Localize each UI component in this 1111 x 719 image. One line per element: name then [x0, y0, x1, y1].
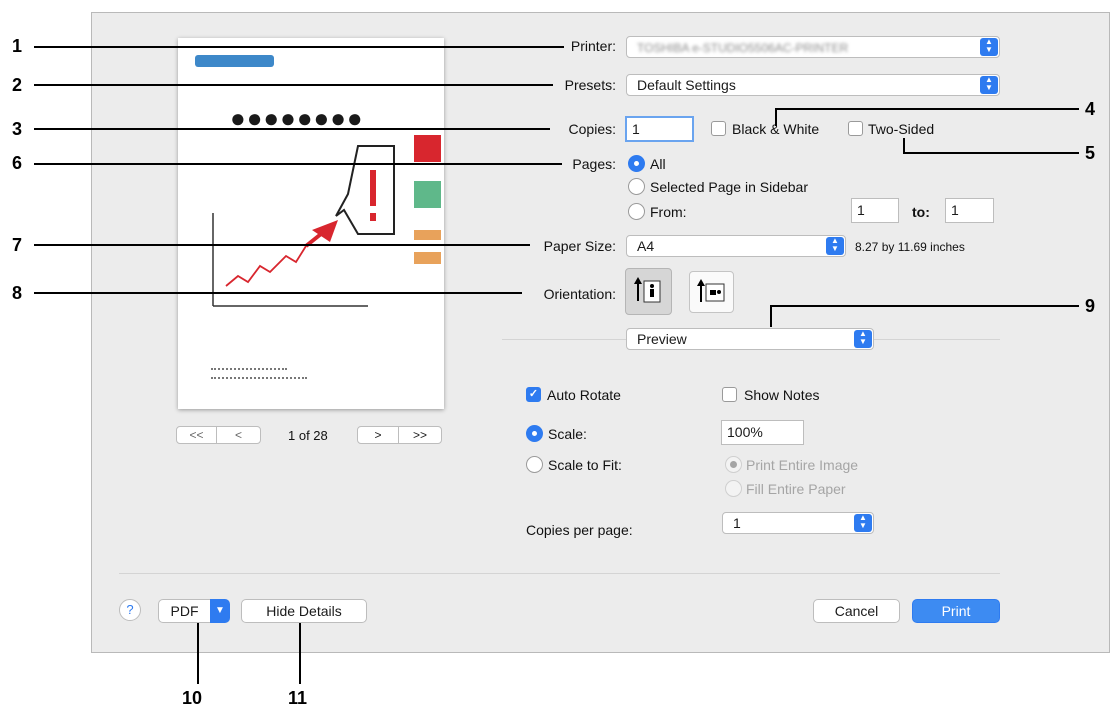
portrait-orientation-icon: [634, 277, 661, 303]
page-preview: ●●●●●●●●: [178, 38, 444, 409]
printer-select[interactable]: TOSHIBA e-STUDIO5506AC-PRINTER ▲ ▼: [626, 36, 1000, 58]
auto-rotate-checkbox[interactable]: ✓: [526, 387, 541, 402]
pdf-button[interactable]: PDF: [158, 599, 211, 623]
callout-6-line: [34, 163, 562, 165]
callout-8: 8: [12, 283, 23, 303]
preview-footnote-1: [211, 368, 287, 373]
pdf-menu-button[interactable]: ▼: [210, 599, 230, 623]
two-sided-label: Two-Sided: [868, 121, 935, 137]
preview-red-block: [414, 135, 441, 162]
chevron-updown-icon: ▲ ▼: [980, 38, 998, 56]
presets-value: Default Settings: [637, 77, 736, 93]
cancel-button[interactable]: Cancel: [813, 599, 900, 623]
chevron-updown-icon: ▲ ▼: [980, 76, 998, 94]
pages-to-input[interactable]: 1: [945, 198, 994, 223]
callout-4-stem: [775, 108, 777, 126]
help-button[interactable]: ?: [119, 599, 141, 621]
scale-to-fit-label: Scale to Fit:: [548, 457, 622, 473]
footer-divider: [119, 573, 1000, 574]
callout-4-line: [775, 108, 1079, 110]
scale-input[interactable]: 100%: [721, 420, 804, 445]
chevron-updown-icon: ▲ ▼: [854, 514, 872, 532]
copies-per-page-value: 1: [733, 515, 741, 531]
preview-footnote-2: [211, 377, 307, 382]
last-page-button[interactable]: >>: [398, 426, 442, 444]
printer-value: TOSHIBA e-STUDIO5506AC-PRINTER: [637, 41, 849, 55]
pages-from-radio[interactable]: [628, 203, 645, 220]
print-entire-image-radio[interactable]: [725, 456, 742, 473]
callout-7: 7: [12, 235, 23, 255]
callout-5: 5: [1085, 143, 1096, 163]
copies-per-page-select[interactable]: 1 ▲ ▼: [722, 512, 874, 534]
pages-all-label: All: [650, 156, 666, 172]
callout-11-stem: [299, 623, 301, 684]
paper-size-value: A4: [637, 238, 655, 254]
show-notes-checkbox[interactable]: [722, 387, 737, 402]
presets-select[interactable]: Default Settings ▲ ▼: [626, 74, 1000, 96]
pages-selected-radio[interactable]: [628, 178, 645, 195]
chevron-updown-icon: ▲ ▼: [854, 330, 872, 348]
pages-from-input[interactable]: 1: [851, 198, 899, 223]
pages-to-label: to:: [912, 204, 930, 220]
callout-3-line: [34, 128, 550, 130]
black-white-checkbox[interactable]: [711, 121, 726, 136]
scale-label: Scale:: [548, 426, 587, 442]
callout-3: 3: [12, 119, 23, 139]
callout-1: 1: [12, 36, 23, 56]
paper-dimensions: 8.27 by 11.69 inches: [855, 240, 965, 254]
paper-size-select[interactable]: A4 ▲ ▼: [626, 235, 846, 257]
paper-size-label: Paper Size:: [543, 238, 616, 254]
chevron-updown-icon: ▲ ▼: [826, 237, 844, 255]
copies-input[interactable]: 1: [625, 116, 694, 142]
fill-entire-paper-radio[interactable]: [725, 480, 742, 497]
first-page-button[interactable]: <<: [176, 426, 217, 444]
callout-6: 6: [12, 153, 23, 173]
prev-page-button[interactable]: <: [216, 426, 261, 444]
orientation-label: Orientation:: [543, 286, 616, 302]
callout-5-line: [903, 152, 1079, 154]
callout-2-line: [34, 84, 553, 86]
auto-rotate-label: Auto Rotate: [547, 387, 621, 403]
callout-9-line: [770, 305, 1079, 307]
landscape-button[interactable]: [689, 271, 734, 313]
callout-9: 9: [1085, 296, 1096, 316]
print-button[interactable]: Print: [912, 599, 1000, 623]
copies-per-page-label: Copies per page:: [526, 522, 633, 538]
page-counter: 1 of 28: [288, 428, 328, 443]
scale-to-fit-radio[interactable]: [526, 456, 543, 473]
chevron-down-icon: ▼: [215, 605, 225, 616]
scale-radio[interactable]: [526, 425, 543, 442]
callout-4: 4: [1085, 99, 1096, 119]
hide-details-button[interactable]: Hide Details: [241, 599, 367, 623]
preview-orange-block-1: [414, 230, 441, 240]
preview-orange-block-2: [414, 252, 441, 264]
callout-10-stem: [197, 623, 199, 684]
preview-green-block: [414, 181, 441, 208]
portrait-button[interactable]: [625, 268, 672, 315]
callout-9-stem: [770, 305, 772, 327]
section-select[interactable]: Preview ▲ ▼: [626, 328, 874, 350]
pages-all-radio[interactable]: [628, 155, 645, 172]
fill-entire-paper-label: Fill Entire Paper: [746, 481, 846, 497]
preview-blue-bar: [195, 55, 274, 67]
pages-from-label: From:: [650, 204, 687, 220]
callout-7-line: [34, 244, 530, 246]
two-sided-checkbox[interactable]: [848, 121, 863, 136]
print-entire-image-label: Print Entire Image: [746, 457, 859, 473]
pages-selected-label: Selected Page in Sidebar: [650, 179, 808, 195]
section-select-value: Preview: [637, 331, 687, 347]
callout-11: 11: [288, 688, 308, 708]
callout-8-line: [34, 292, 522, 294]
callout-5-stem: [903, 138, 905, 154]
callout-1-line: [34, 46, 564, 48]
callout-2: 2: [12, 75, 23, 95]
callout-10: 10: [182, 688, 203, 708]
landscape-orientation-icon: [697, 279, 725, 302]
next-page-button[interactable]: >: [357, 426, 399, 444]
show-notes-label: Show Notes: [744, 387, 820, 403]
